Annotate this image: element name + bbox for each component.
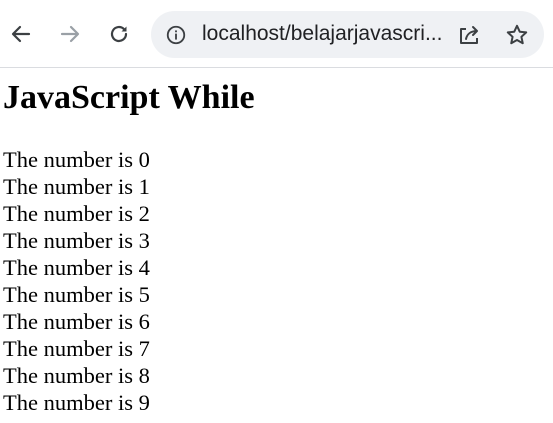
output-line: The number is 4	[3, 255, 150, 280]
arrow-right-icon	[60, 25, 80, 43]
reload-button[interactable]	[104, 19, 134, 49]
url-text[interactable]: localhost/belajarjavascri...	[202, 21, 444, 47]
reload-icon	[110, 25, 128, 43]
forward-button[interactable]	[55, 19, 85, 49]
output-line: The number is 2	[3, 201, 150, 226]
output-line: The number is 3	[3, 228, 150, 253]
star-icon	[506, 24, 528, 45]
info-circle-icon	[166, 25, 185, 44]
address-bar[interactable]: localhost/belajarjavascri...	[151, 11, 544, 58]
back-button[interactable]	[6, 19, 36, 49]
output-line: The number is 5	[3, 282, 150, 307]
output-line: The number is 6	[3, 309, 150, 334]
output-list: The number is 0 The number is 1 The numb…	[3, 146, 150, 416]
page-title: JavaScript While	[3, 79, 255, 116]
share-button[interactable]	[455, 22, 483, 48]
bookmark-button[interactable]	[503, 22, 531, 48]
output-line: The number is 9	[3, 390, 150, 415]
arrow-left-icon	[11, 25, 31, 43]
output-line: The number is 0	[3, 147, 150, 172]
browser-toolbar: localhost/belajarjavascri...	[0, 0, 553, 68]
output-line: The number is 7	[3, 336, 150, 361]
site-info-button[interactable]	[163, 22, 188, 47]
output-line: The number is 1	[3, 174, 150, 199]
output-line: The number is 8	[3, 363, 150, 388]
share-icon	[460, 26, 478, 44]
